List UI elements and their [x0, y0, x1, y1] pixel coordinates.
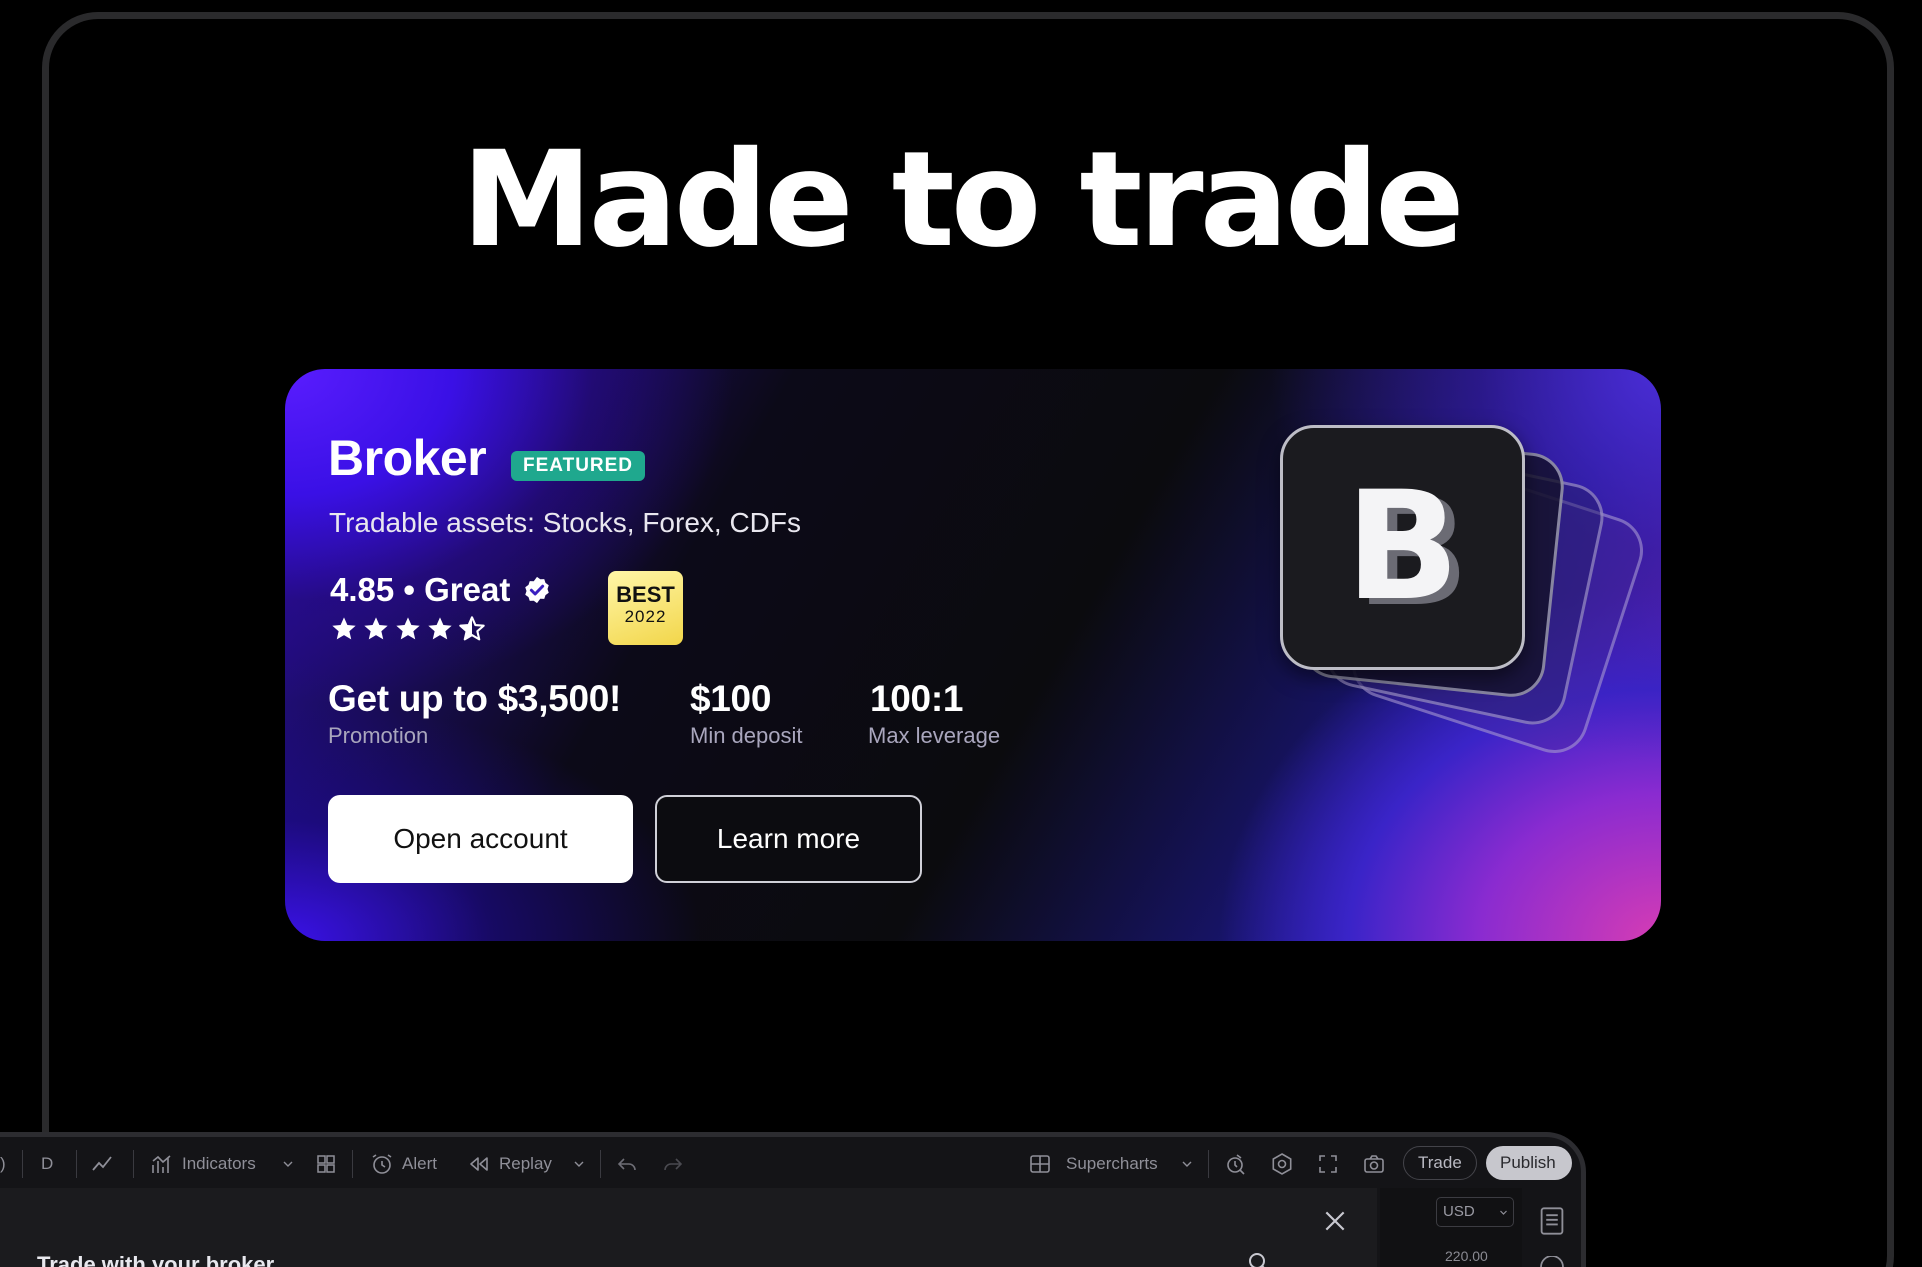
supercharts-dropdown[interactable] [1181, 1151, 1193, 1177]
stat-label: Min deposit [690, 723, 803, 748]
fullscreen-button[interactable] [1316, 1151, 1340, 1177]
alert-label: Alert [402, 1154, 437, 1173]
grid-layout-icon [317, 1155, 335, 1173]
layout-button[interactable] [314, 1151, 338, 1177]
screen: Made to trade Broker FEATURED Tradable a… [0, 0, 1922, 1267]
settings-button[interactable] [1270, 1151, 1294, 1177]
page-headline: Made to trade [461, 123, 1464, 277]
redo-icon [664, 1158, 683, 1171]
currency-select[interactable]: USD [1436, 1197, 1514, 1227]
featured-badge: FEATURED [511, 451, 646, 481]
snapshot-button[interactable] [1362, 1151, 1386, 1177]
star-half-icon [459, 616, 485, 641]
learn-more-button[interactable]: Learn more [655, 795, 922, 883]
star-full-icon [332, 617, 356, 640]
verified-icon [525, 576, 550, 604]
indicators-icon [152, 1155, 171, 1173]
award-year: 2022 [624, 607, 667, 626]
supercharts-button[interactable]: Supercharts [1028, 1151, 1158, 1177]
star-rating [330, 615, 486, 643]
rating: 4.85 • Great [330, 570, 552, 610]
chevron-down-icon [283, 1161, 293, 1167]
line-chart-icon [92, 1156, 112, 1171]
tradable-assets: Tradable assets: Stocks, Forex, CDFs [329, 507, 801, 538]
watchlist-icon[interactable] [1538, 1206, 1566, 1236]
trade-button[interactable]: Trade [1403, 1146, 1477, 1180]
interval-label: D [41, 1154, 54, 1173]
interval-button[interactable]: D [41, 1151, 53, 1177]
indicators-label: Indicators [182, 1154, 256, 1173]
publish-button[interactable]: Publish [1486, 1146, 1572, 1180]
stat-value: Get up to $3,500! [328, 678, 622, 719]
toolbar-divider [22, 1150, 23, 1178]
currency-value: USD [1443, 1203, 1475, 1220]
stat-value: $100 [690, 678, 772, 719]
toolbar-divider [600, 1150, 601, 1178]
search-icon[interactable] [1246, 1250, 1270, 1267]
indicators-dropdown[interactable] [282, 1151, 294, 1177]
award-title: BEST [616, 582, 675, 607]
star-full-icon [396, 617, 420, 640]
search-clock-icon [1227, 1154, 1245, 1175]
stat-label: Max leverage [868, 723, 1001, 748]
broker-name: Broker [328, 430, 487, 486]
close-icon[interactable] [1322, 1208, 1348, 1234]
chevron-down-icon [1500, 1210, 1507, 1215]
toolbar-edge-divider: ) [0, 1154, 6, 1173]
indicators-button[interactable]: Indicators [150, 1151, 256, 1177]
redo-button[interactable] [661, 1151, 685, 1177]
camera-icon [1364, 1155, 1384, 1173]
rewind-icon [470, 1157, 488, 1171]
logo-letter: B [1345, 460, 1460, 634]
toolbar-divider [133, 1150, 134, 1178]
toolbar-divider [76, 1150, 77, 1178]
alarm-clock-icon [372, 1154, 392, 1174]
alert-button[interactable]: Alert [370, 1151, 437, 1177]
logo-card-front: B [1280, 425, 1525, 670]
broker-logo: B [1280, 425, 1652, 762]
toolbar-divider [352, 1150, 353, 1178]
chevron-down-icon [1182, 1161, 1192, 1167]
replay-button[interactable]: Replay [467, 1151, 552, 1177]
undo-button[interactable] [615, 1151, 639, 1177]
supercharts-label: Supercharts [1066, 1154, 1158, 1173]
stat-min-deposit: $100 Min deposit [690, 677, 803, 751]
fullscreen-icon [1319, 1155, 1337, 1173]
chart-type-button[interactable] [91, 1151, 115, 1177]
replay-label: Replay [499, 1154, 552, 1173]
toolbar-divider [1208, 1150, 1209, 1178]
open-account-button[interactable]: Open account [328, 795, 633, 883]
stat-promotion: Get up to $3,500! Promotion [328, 677, 621, 751]
stat-label: Promotion [328, 723, 429, 748]
star-full-icon [364, 617, 388, 640]
chat-icon[interactable] [1538, 1256, 1566, 1267]
stat-max-leverage: 100:1 Max leverage [868, 677, 1000, 751]
chevron-down-icon [574, 1161, 584, 1167]
star-full-icon [428, 617, 452, 640]
layout-icon [1030, 1155, 1050, 1173]
undo-icon [617, 1158, 636, 1171]
price-tick: 220.00 [1445, 1248, 1488, 1264]
gear-icon [1272, 1153, 1292, 1175]
award-badge: BEST 2022 [608, 571, 683, 645]
replay-dropdown[interactable] [573, 1151, 585, 1177]
panel-title: Trade with your broker [37, 1252, 275, 1267]
rating-text: 4.85 • Great [330, 571, 511, 608]
quick-search-button[interactable] [1224, 1151, 1248, 1177]
stat-value: 100:1 [870, 678, 964, 719]
